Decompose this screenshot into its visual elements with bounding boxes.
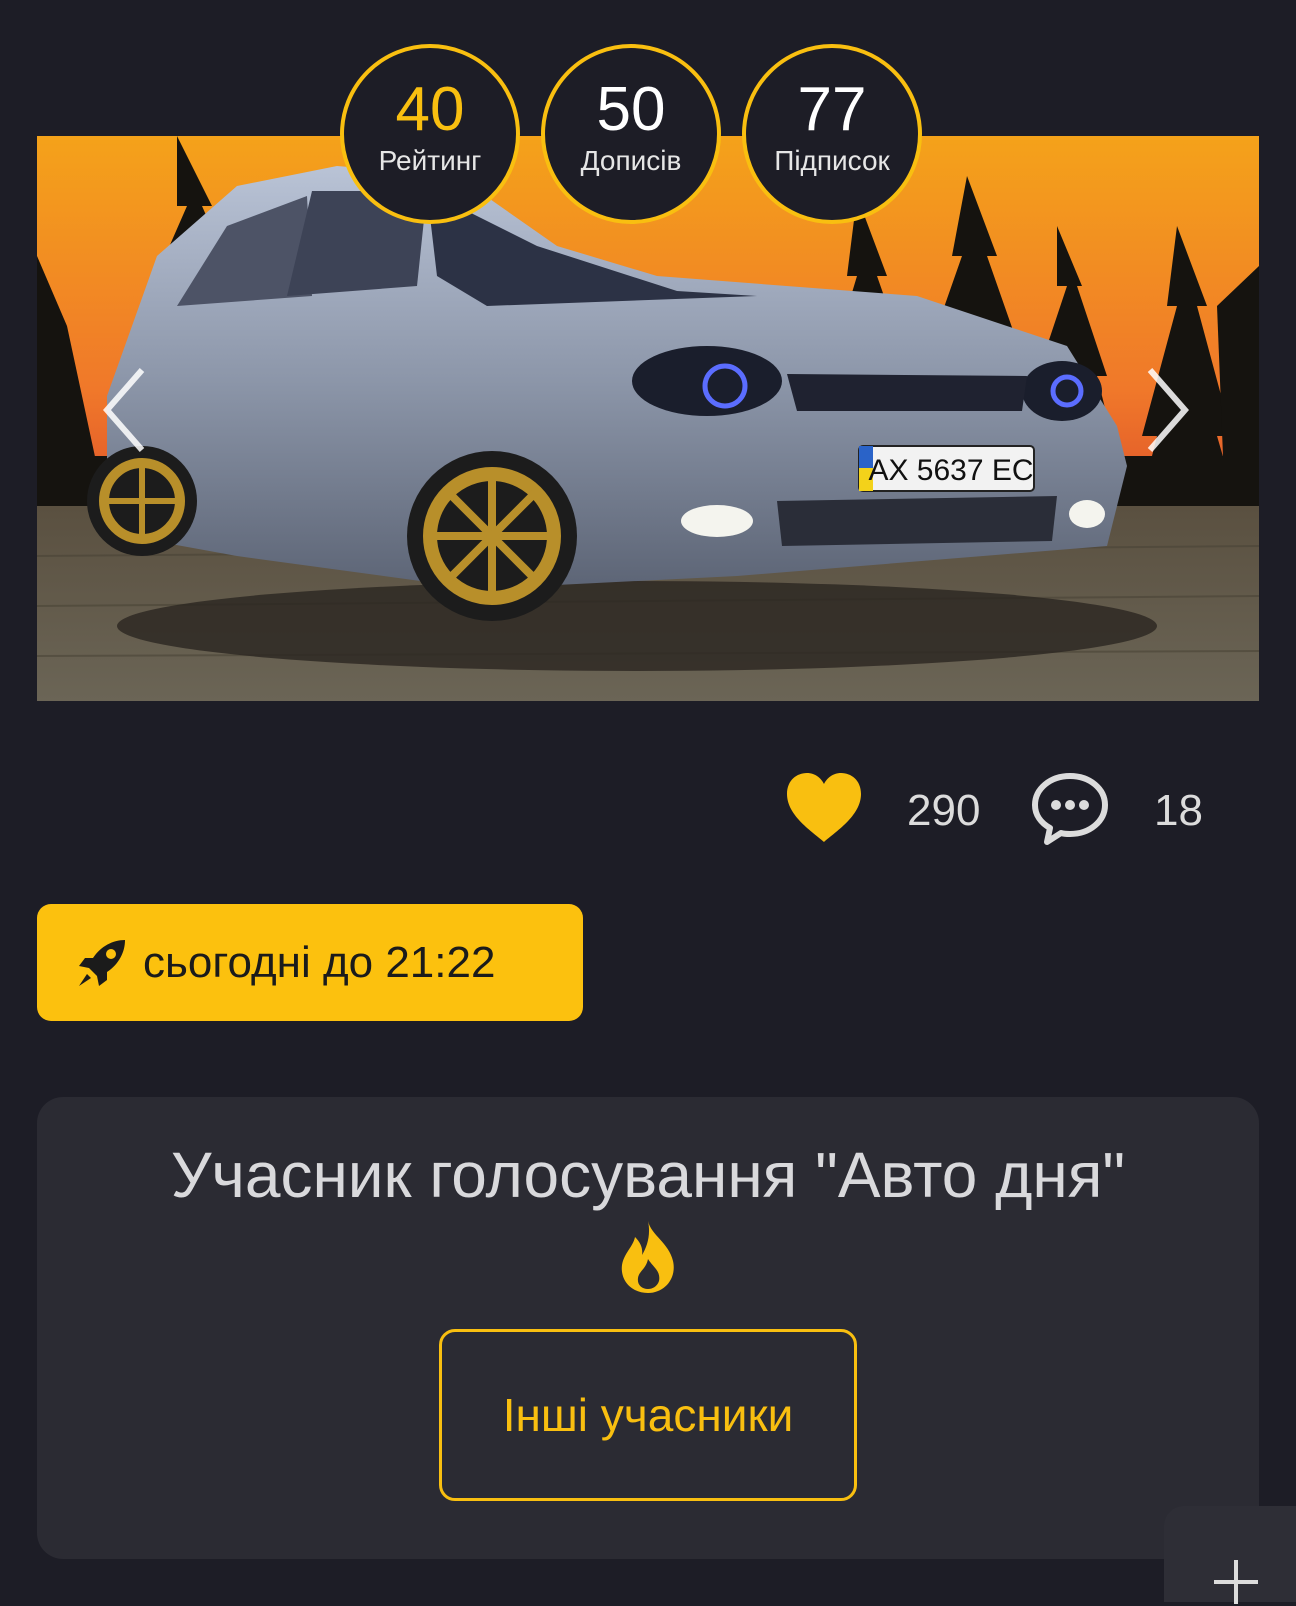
- heart-icon[interactable]: [783, 770, 865, 846]
- other-participants-button[interactable]: Інші учасники: [439, 1329, 857, 1501]
- posts-stat[interactable]: 50 Дописів: [541, 44, 721, 224]
- fire-icon: [621, 1221, 674, 1293]
- chevron-right-icon: [1147, 368, 1189, 452]
- posts-label: Дописів: [580, 145, 682, 176]
- subscriptions-stat[interactable]: 77 Підписок: [742, 44, 922, 224]
- rating-stat[interactable]: 40 Рейтинг: [340, 44, 520, 224]
- prev-photo-button[interactable]: [92, 360, 162, 460]
- posts-value: 50: [596, 75, 666, 144]
- plate-text: AX 5637 EC: [868, 454, 1033, 487]
- comment-bubble-icon[interactable]: [1030, 770, 1110, 846]
- plus-icon: [1214, 1560, 1258, 1604]
- add-fab[interactable]: [1164, 1506, 1296, 1604]
- subscriptions-label: Підписок: [774, 145, 890, 176]
- comment-count: 18: [1154, 786, 1203, 835]
- rating-value: 40: [395, 75, 465, 144]
- rating-label: Рейтинг: [378, 145, 482, 176]
- next-photo-button[interactable]: [1130, 360, 1200, 460]
- rocket-icon: [79, 939, 125, 986]
- like-count: 290: [907, 786, 981, 835]
- promo-text: сьогодні до 21:22: [143, 937, 496, 987]
- chevron-left-icon: [103, 368, 145, 452]
- vote-title: Учасник голосування "Авто дня": [170, 1139, 1126, 1211]
- vote-card: Учасник голосування "Авто дня" Інші учас…: [37, 1097, 1259, 1559]
- reactions-bar: 290 18: [780, 770, 1220, 850]
- subscriptions-value: 77: [797, 75, 867, 144]
- promo-badge[interactable]: сьогодні до 21:22: [37, 904, 583, 1021]
